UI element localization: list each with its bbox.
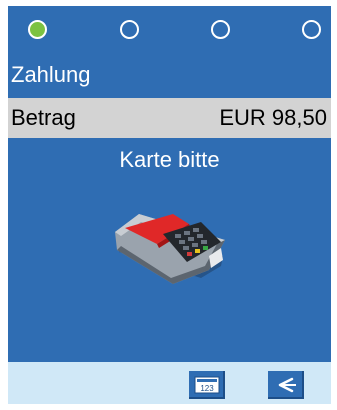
back-button[interactable] (268, 371, 304, 399)
softkey-bar: 123 (8, 362, 331, 404)
numeric-keypad-label: 123 (200, 384, 214, 393)
amount-label: Betrag (11, 105, 76, 130)
numeric-keypad-icon: 123 (194, 376, 220, 394)
numeric-keypad-button[interactable]: 123 (189, 371, 225, 399)
progress-indicator (8, 6, 331, 52)
back-arrow-icon (278, 377, 296, 393)
progress-step-3 (211, 20, 230, 39)
screen-title: Zahlung (11, 62, 91, 87)
progress-step-4 (302, 20, 321, 39)
progress-step-2 (120, 20, 139, 39)
insert-card-prompt: Karte bitte (119, 147, 220, 172)
amount-row: Betrag EUR 98,50 (8, 98, 331, 138)
card-terminal-icon (113, 204, 231, 294)
amount-value: EUR 98,50 (219, 105, 327, 130)
terminal-screen: Zahlung Betrag EUR 98,50 Karte bitte 123 (8, 6, 331, 404)
progress-step-1 (28, 20, 47, 39)
